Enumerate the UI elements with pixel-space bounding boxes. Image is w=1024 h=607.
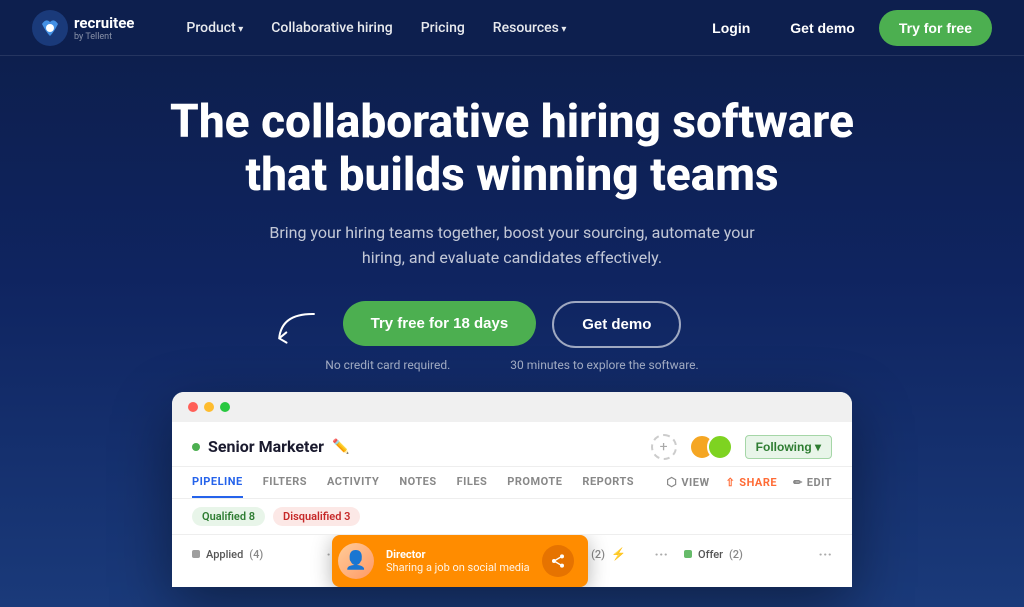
screenshot-body: Senior Marketer ✏️ + Following ▾ PIPELIN…	[172, 422, 852, 587]
view-action[interactable]: ⬡ VIEW	[666, 475, 709, 489]
col-label-offer: Offer	[698, 548, 723, 561]
col-label-applied: Applied	[206, 548, 243, 561]
tab-notes[interactable]: NOTES	[399, 467, 436, 498]
status-dot	[192, 443, 200, 451]
nav-resources[interactable]: Resources	[481, 12, 579, 44]
login-button[interactable]: Login	[696, 12, 766, 44]
brand-name: recruitee	[74, 14, 134, 32]
cta-notes: No credit card required. 30 minutes to e…	[325, 358, 698, 372]
edit-pencil-icon[interactable]: ✏️	[332, 439, 349, 455]
nav-collaborative-hiring[interactable]: Collaborative hiring	[259, 12, 405, 44]
external-link-icon: ⬡	[666, 475, 677, 489]
tab-files[interactable]: FILES	[457, 467, 488, 498]
following-button[interactable]: Following ▾	[745, 435, 832, 459]
arrow-decoration	[266, 302, 325, 368]
tab-pipeline[interactable]: PIPELINE	[192, 467, 243, 498]
screen-header: Senior Marketer ✏️ + Following ▾	[172, 422, 852, 467]
disqualified-badge[interactable]: Disqualified 3	[273, 507, 360, 526]
tab-promote[interactable]: PROMOTE	[507, 467, 562, 498]
tooltip-share-icon	[542, 545, 574, 577]
add-member-button[interactable]: +	[651, 434, 677, 460]
try-free-hero-button[interactable]: Try free for 18 days	[343, 301, 537, 346]
col-more-offer[interactable]: ···	[818, 545, 832, 564]
col-color-applied	[192, 550, 200, 558]
cta-note-primary: No credit card required.	[325, 358, 450, 372]
share-action[interactable]: ⇧ SHARE	[726, 476, 777, 489]
pipeline-col-applied: Applied (4) ···	[192, 545, 340, 570]
hero-cta-row: Try free for 18 days Get demo	[343, 301, 682, 348]
nav-right: Login Get demo Try for free	[696, 10, 992, 46]
col-more-eval[interactable]: ···	[654, 545, 668, 564]
share-icon: ⇧	[726, 476, 736, 489]
nav-pricing[interactable]: Pricing	[409, 12, 477, 44]
tab-filters[interactable]: FILTERS	[263, 467, 307, 498]
col-count-offer: (2)	[729, 548, 743, 561]
get-demo-hero-button[interactable]: Get demo	[552, 301, 681, 348]
nav-product[interactable]: Product	[174, 12, 255, 44]
qualified-badge[interactable]: Qualified 8	[192, 507, 265, 526]
tooltip-text: Director Sharing a job on social media	[386, 548, 530, 574]
avatar-2	[707, 434, 733, 460]
col-header-applied: Applied (4) ···	[192, 545, 340, 564]
minimize-dot	[204, 402, 214, 412]
job-title-row: Senior Marketer ✏️	[192, 437, 349, 456]
edit-action[interactable]: ✏ EDIT	[793, 476, 832, 489]
brand-subtitle: by Tellent	[74, 32, 134, 42]
product-screenshot: Senior Marketer ✏️ + Following ▾ PIPELIN…	[172, 392, 852, 587]
close-dot	[188, 402, 198, 412]
navbar: recruitee by Tellent Product Collaborati…	[0, 0, 1024, 56]
tooltip-subtitle: Sharing a job on social media	[386, 561, 530, 574]
lightning-icon-eval: ⚡	[611, 547, 626, 561]
try-free-nav-button[interactable]: Try for free	[879, 10, 992, 46]
col-count-applied: (4)	[249, 548, 263, 561]
team-avatars	[689, 434, 733, 460]
tooltip-title: Director	[386, 548, 530, 561]
tab-activity[interactable]: ACTIVITY	[327, 467, 379, 498]
pipeline-col-offer: Offer (2) ···	[684, 545, 832, 570]
tab-actions: ⬡ VIEW ⇧ SHARE ✏ EDIT	[666, 467, 832, 498]
hero-title: The collaborative hiring software that b…	[152, 96, 872, 202]
hero-subtitle: Bring your hiring teams together, boost …	[252, 220, 772, 271]
maximize-dot	[220, 402, 230, 412]
get-demo-nav-button[interactable]: Get demo	[774, 12, 871, 44]
tab-reports[interactable]: REPORTS	[582, 467, 634, 498]
titlebar	[172, 392, 852, 422]
logo[interactable]: recruitee by Tellent	[32, 10, 134, 46]
col-header-offer: Offer (2) ···	[684, 545, 832, 564]
screen-tabs: PIPELINE FILTERS ACTIVITY NOTES FILES PR…	[172, 467, 852, 499]
pipeline-board: Applied (4) ··· Phone interview (3) ⚡ ··…	[172, 535, 852, 587]
hero-section: The collaborative hiring software that b…	[0, 56, 1024, 607]
screen-actions: + Following ▾	[651, 434, 832, 460]
col-color-offer	[684, 550, 692, 558]
pencil-icon: ✏	[793, 476, 803, 489]
job-title: Senior Marketer	[208, 437, 324, 456]
tooltip-avatar: 👤	[338, 543, 374, 579]
cta-note-secondary: 30 minutes to explore the software.	[510, 358, 698, 372]
col-count-eval: (2)	[591, 548, 605, 561]
filter-row: Qualified 8 Disqualified 3	[172, 499, 852, 535]
nav-links: Product Collaborative hiring Pricing Res…	[174, 12, 696, 44]
tooltip-popup: 👤 Director Sharing a job on social media	[332, 535, 588, 587]
